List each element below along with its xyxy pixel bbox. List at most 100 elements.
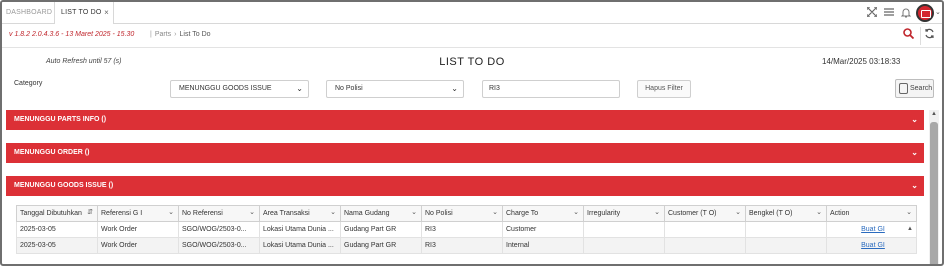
column-header-label: Irregularity <box>587 210 621 217</box>
table-cell: SGO/WOG/2503-0... <box>178 237 260 254</box>
hapus-filter-button[interactable]: Hapus Filter <box>637 80 691 98</box>
goods-issue-table: Tanggal Dibutuhkan ⇵ Referensi G I ⌄ No Re… <box>16 205 917 254</box>
chevron-down-icon: ⌄ <box>911 115 918 124</box>
table-cell: Work Order <box>97 237 179 254</box>
scrollbar-thumb[interactable] <box>930 122 938 264</box>
search-button[interactable]: Search <box>895 79 934 98</box>
expand-icon[interactable] <box>866 6 878 19</box>
filter-text-input[interactable]: RI3 <box>482 80 620 98</box>
column-header[interactable]: Customer (T O) ⌄ <box>664 205 746 222</box>
no-polisi-select[interactable]: No Polisi ⌄ <box>326 80 464 98</box>
table-cell: Lokasi Utama Dunia ... <box>259 221 341 238</box>
table-cell <box>583 237 665 254</box>
close-icon[interactable]: × <box>104 2 109 24</box>
chevron-down-icon[interactable]: ⌄ <box>935 8 941 16</box>
column-header[interactable]: Tanggal Dibutuhkan ⇵ <box>16 205 98 222</box>
column-header[interactable]: Nama Gudang ⌄ <box>340 205 422 222</box>
accordion-menunggu-goods-issue[interactable]: MENUNGGU GOODS ISSUE () ⌄ <box>6 176 924 196</box>
breadcrumb-bar: v 1.8.2 2.0.4.3.6 - 13 Maret 2025 - 15.3… <box>2 24 942 48</box>
category-select[interactable]: MENUNGGU GOODS ISSUE ⌄ <box>170 80 309 98</box>
column-header[interactable]: Area Transaksi ⌄ <box>259 205 341 222</box>
table-cell: RI3 <box>421 237 503 254</box>
column-header-label: Area Transaksi <box>263 210 310 217</box>
column-header[interactable]: No Referensi ⌄ <box>178 205 260 222</box>
table-cell: Gudang Part GR <box>340 237 422 254</box>
scroll-up-icon[interactable]: ▲ <box>931 111 937 117</box>
category-select-value: MENUNGGU GOODS ISSUE <box>179 85 272 92</box>
page-title: LIST TO DO <box>439 56 505 68</box>
table-cell <box>583 221 665 238</box>
breadcrumb-parts[interactable]: Parts <box>155 31 171 38</box>
column-header-label: Bengkel (T O) <box>749 210 793 217</box>
column-header-label: Referensi G I <box>101 210 143 217</box>
chevron-down-icon: ⌄ <box>330 209 336 216</box>
table-cell: Customer <box>502 221 584 238</box>
bell-icon[interactable] <box>900 7 912 19</box>
column-header-label: No Referensi <box>182 210 223 217</box>
chevron-down-icon: ⌄ <box>296 84 303 93</box>
chevron-down-icon: ⌄ <box>168 209 174 216</box>
chevron-down-icon: ⌄ <box>911 181 918 190</box>
tab-bar: DASHBOARD LIST TO DO × ⌄ <box>2 2 942 24</box>
table-header-row: Tanggal Dibutuhkan ⇵ Referensi G I ⌄ No Re… <box>16 205 917 222</box>
tab-list-to-do[interactable]: LIST TO DO × <box>54 2 114 24</box>
sort-icon: ⇵ <box>87 209 93 216</box>
table-cell: Lokasi Utama Dunia ... <box>259 237 341 254</box>
version-text: v 1.8.2 2.0.4.3.6 - 13 Maret 2025 - 15.3… <box>9 31 135 38</box>
accordion-label: MENUNGGU ORDER () <box>14 149 90 156</box>
table-cell: Work Order <box>97 221 179 238</box>
chevron-right-icon: › <box>174 31 177 38</box>
chevron-down-icon: ⌄ <box>911 148 918 157</box>
chevron-down-icon: ⌄ <box>654 209 660 216</box>
user-icon[interactable] <box>916 4 934 22</box>
table-row: 2025-03-05 Work Order SGO/WOG/2503-0... … <box>16 221 917 238</box>
table-cell-action: Buat GI <box>826 237 917 254</box>
column-header[interactable]: No Polisi ⌄ <box>421 205 503 222</box>
column-header-label: Nama Gudang <box>344 210 390 217</box>
accordion-menunggu-order[interactable]: MENUNGGU ORDER () ⌄ <box>6 143 924 163</box>
table-cell: 2025-03-05 <box>16 221 98 238</box>
table-cell <box>664 221 746 238</box>
column-header[interactable]: Bengkel (T O) ⌄ <box>745 205 827 222</box>
column-header-label: Tanggal Dibutuhkan <box>20 210 82 217</box>
menu-icon[interactable] <box>883 7 895 19</box>
chevron-down-icon: ⌄ <box>451 84 458 93</box>
datetime-text: 14/Mar/2025 03:18:33 <box>822 57 901 66</box>
refresh-icon[interactable] <box>920 27 938 45</box>
table-cell: Gudang Part GR <box>340 221 422 238</box>
chevron-down-icon: ⌄ <box>249 209 255 216</box>
table-cell <box>745 221 827 238</box>
column-header[interactable]: Irregularity ⌄ <box>583 205 665 222</box>
chevron-down-icon: ⌄ <box>411 209 417 216</box>
accordion-label: MENUNGGU PARTS INFO () <box>14 116 107 123</box>
table-scroll-up-icon[interactable]: ▲ <box>907 226 913 232</box>
buat-gi-link[interactable]: Buat GI <box>861 226 885 233</box>
tab-dashboard[interactable]: DASHBOARD <box>6 2 54 24</box>
accordion-menunggu-parts-info[interactable]: MENUNGGU PARTS INFO () ⌄ <box>6 110 924 130</box>
column-header[interactable]: Charge To ⌄ <box>502 205 584 222</box>
table-cell: SGO/WOG/2503-0... <box>178 221 260 238</box>
table-cell-action: Buat GI <box>826 221 917 238</box>
table-row: 2025-03-05 Work Order SGO/WOG/2503-0... … <box>16 237 917 254</box>
app-window: DASHBOARD LIST TO DO × ⌄ v 1.8.2 2.0.4.3… <box>0 0 944 266</box>
breadcrumb: | Parts › List To Do <box>147 31 211 38</box>
search-icon[interactable] <box>899 27 917 45</box>
column-header-label: Charge To <box>506 210 539 217</box>
tab-list-to-do-label: LIST TO DO <box>61 9 102 16</box>
table-cell: Internal <box>502 237 584 254</box>
buat-gi-link[interactable]: Buat GI <box>861 242 885 249</box>
chevron-down-icon: ⌄ <box>492 209 498 216</box>
breadcrumb-separator: | <box>150 31 152 38</box>
no-polisi-select-value: No Polisi <box>335 85 363 92</box>
table-cell: RI3 <box>421 221 503 238</box>
auto-refresh-text: Auto Refresh until 57 (s) <box>46 58 122 65</box>
accordion-label: MENUNGGU GOODS ISSUE () <box>14 182 114 189</box>
page-scrollbar[interactable]: ▲ <box>929 110 939 264</box>
table-cell: 2025-03-05 <box>16 237 98 254</box>
table-cell <box>745 237 827 254</box>
column-header-label: Customer (T O) <box>668 210 717 217</box>
column-header[interactable]: Action ⌄ <box>826 205 917 222</box>
column-header[interactable]: Referensi G I ⌄ <box>97 205 179 222</box>
chevron-down-icon: ⌄ <box>816 209 822 216</box>
search-button-label: Search <box>910 85 933 92</box>
